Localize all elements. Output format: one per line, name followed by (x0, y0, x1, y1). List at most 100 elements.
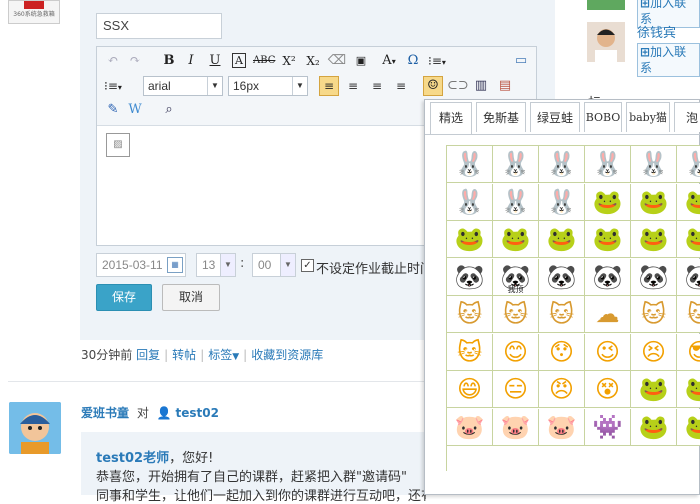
emoticon-cell[interactable]: 🐸 (447, 221, 493, 258)
emoticon-cell[interactable]: 🐰 (631, 146, 677, 183)
author-avatar[interactable] (9, 402, 61, 454)
deadline-date-input[interactable]: 2015-03-11 ▦ (96, 253, 186, 277)
align-justify-icon[interactable]: ≡ (391, 76, 411, 96)
emoticon-cell[interactable]: 🐱 (677, 296, 700, 333)
emoticon-tab[interactable]: BOBO (584, 102, 622, 132)
emoticon-cell[interactable]: 🐸 (631, 408, 677, 446)
emoticon-cell[interactable]: 😑 (493, 371, 539, 408)
emoticon-cell[interactable]: 👾 (585, 408, 631, 446)
eraser-icon[interactable]: ⌫ (327, 51, 347, 71)
font-family-select[interactable]: arial ▼ (143, 76, 223, 96)
emoticon-cell[interactable]: 🐷 (493, 408, 539, 446)
emoticon-cell[interactable]: 🐸 (585, 183, 631, 221)
undo-icon[interactable]: ↶ (103, 51, 123, 71)
emoticon-cell[interactable]: 😎 (677, 333, 700, 371)
emoticon-cell[interactable]: 🐱 (539, 296, 585, 333)
link-icon[interactable]: ⊂⊃ (447, 76, 469, 96)
emoticon-cell[interactable]: 🐱 (493, 296, 539, 333)
superscript-icon[interactable]: X² (279, 51, 299, 71)
save-button[interactable]: 保存 (96, 284, 152, 311)
search-replace-icon[interactable]: ⌕ (159, 100, 179, 120)
font-border-icon[interactable]: A (229, 51, 249, 71)
preview-icon[interactable]: ▭ (511, 51, 531, 71)
emoticon-cell[interactable]: 🐰 (447, 146, 493, 183)
emoticon-cell[interactable]: 🐸 (677, 408, 700, 446)
emoticon-cell[interactable]: 🐸 (631, 221, 677, 258)
font-size-select[interactable]: 16px ▼ (228, 76, 308, 96)
emoticon-cell[interactable]: 🐱 (447, 333, 493, 371)
emoticon-cell[interactable]: 🐼 (585, 258, 631, 296)
contact-name[interactable]: 徐钱宾 (637, 22, 676, 41)
emoticon-icon[interactable]: ☺ (423, 76, 443, 96)
paste-text-icon[interactable]: ▣ (351, 51, 371, 71)
tags-link[interactable]: 标签 (208, 348, 232, 362)
emoticon-cell[interactable]: 🐸 (677, 221, 700, 258)
font-color-icon[interactable]: A▾ (379, 51, 399, 71)
emoticon-cell[interactable]: 🐸 (585, 221, 631, 258)
author-name[interactable]: 爱班书童 (81, 406, 129, 420)
deadline-hour-select[interactable]: 13 ▼ (196, 253, 236, 277)
cancel-button[interactable]: 取消 (162, 284, 220, 311)
emoticon-cell[interactable]: 🐼 (447, 258, 493, 296)
emoticon-cell[interactable]: 🐼 我顶 (493, 258, 539, 296)
emoticon-cell[interactable]: 😄 (447, 371, 493, 408)
emoticon-cell[interactable]: 🐸 (631, 183, 677, 221)
emoticon-cell[interactable]: 🐱 (447, 296, 493, 333)
emoticon-tab[interactable]: baby猫 (626, 102, 670, 132)
app-logo[interactable]: 360系统急救箱 (8, 0, 60, 24)
emoticon-cell[interactable]: 🐱 (631, 296, 677, 333)
align-right-icon[interactable]: ≡ (367, 76, 387, 96)
no-deadline-checkbox[interactable]: ✓ (301, 259, 314, 272)
emoticon-cell[interactable]: 🐼 (677, 258, 700, 296)
add-contact-button-2[interactable]: ⊞加入联系 (637, 43, 700, 77)
contact-avatar[interactable] (587, 0, 625, 10)
emoticon-tab[interactable]: 精选 (430, 102, 472, 134)
contact-avatar-2[interactable] (587, 22, 625, 62)
underline-icon[interactable]: U (205, 51, 225, 71)
emoticon-cell[interactable]: 🐸 (493, 221, 539, 258)
repost-link[interactable]: 转帖 (172, 348, 196, 362)
emoticon-tab[interactable]: 泡 (674, 102, 700, 132)
align-left-icon[interactable]: ≡ (319, 76, 339, 96)
unordered-list-icon[interactable]: ⁝≡▾ (103, 76, 123, 96)
emoticon-cell[interactable]: 🐷 (447, 408, 493, 446)
image-icon[interactable]: ▤ (495, 76, 515, 96)
recipient-name[interactable]: test02 (175, 406, 218, 420)
emoticon-cell[interactable]: 🐸 (539, 221, 585, 258)
emoticon-cell[interactable]: 🐰 (447, 183, 493, 221)
strikethrough-icon[interactable]: ABC (253, 51, 275, 71)
emoticon-cell[interactable]: 🐰 (539, 183, 585, 221)
emoticon-cell[interactable]: 😠 (539, 371, 585, 408)
emoticon-cell[interactable]: 😯 (539, 333, 585, 371)
emoticon-cell[interactable]: 😣 (631, 333, 677, 371)
emoticon-cell[interactable]: 🐸 (677, 371, 700, 408)
emoticon-cell[interactable]: 🐸 (677, 183, 700, 221)
emoticon-tab[interactable]: 免斯基 (476, 102, 526, 132)
emoticon-cell[interactable]: 🐼 (631, 258, 677, 296)
word-import-icon[interactable]: W (125, 100, 145, 120)
emoticon-cell[interactable]: ☁ (585, 296, 631, 333)
emoticon-cell[interactable]: 😊 (493, 333, 539, 371)
ordered-list-icon[interactable]: ⁝≡▾ (427, 51, 447, 71)
align-center-icon[interactable]: ≡ (343, 76, 363, 96)
subscript-icon[interactable]: X₂ (303, 51, 323, 71)
emoticon-tab[interactable]: 绿豆蛙 (530, 102, 580, 132)
emoticon-cell[interactable]: 🐼 (539, 258, 585, 296)
emoticon-cell[interactable]: 🐰 (539, 146, 585, 183)
special-char-icon[interactable]: Ω (403, 51, 423, 71)
emoticon-cell[interactable]: 🐰 (677, 146, 700, 183)
broken-image-placeholder[interactable]: ▨ (106, 133, 130, 157)
video-icon[interactable]: ▥ (471, 76, 491, 96)
emoticon-cell[interactable]: 🐸 (631, 371, 677, 408)
reply-link[interactable]: 回复 (136, 348, 160, 362)
emoticon-cell[interactable]: 🐰 (585, 146, 631, 183)
calendar-icon[interactable]: ▦ (167, 257, 183, 273)
emoticon-cell[interactable]: 😵 (585, 371, 631, 408)
greeting-name[interactable]: test02老师 (96, 451, 169, 466)
tags-dropdown-icon[interactable]: ▼ (232, 352, 239, 362)
italic-icon[interactable]: I (181, 51, 201, 71)
emoticon-cell[interactable]: 🐷 (539, 408, 585, 446)
emoticon-cell[interactable]: 🐰 (493, 183, 539, 221)
collect-to-library-link[interactable]: 收藏到资源库 (251, 348, 323, 362)
emoticon-cell[interactable]: 😉 (585, 333, 631, 371)
